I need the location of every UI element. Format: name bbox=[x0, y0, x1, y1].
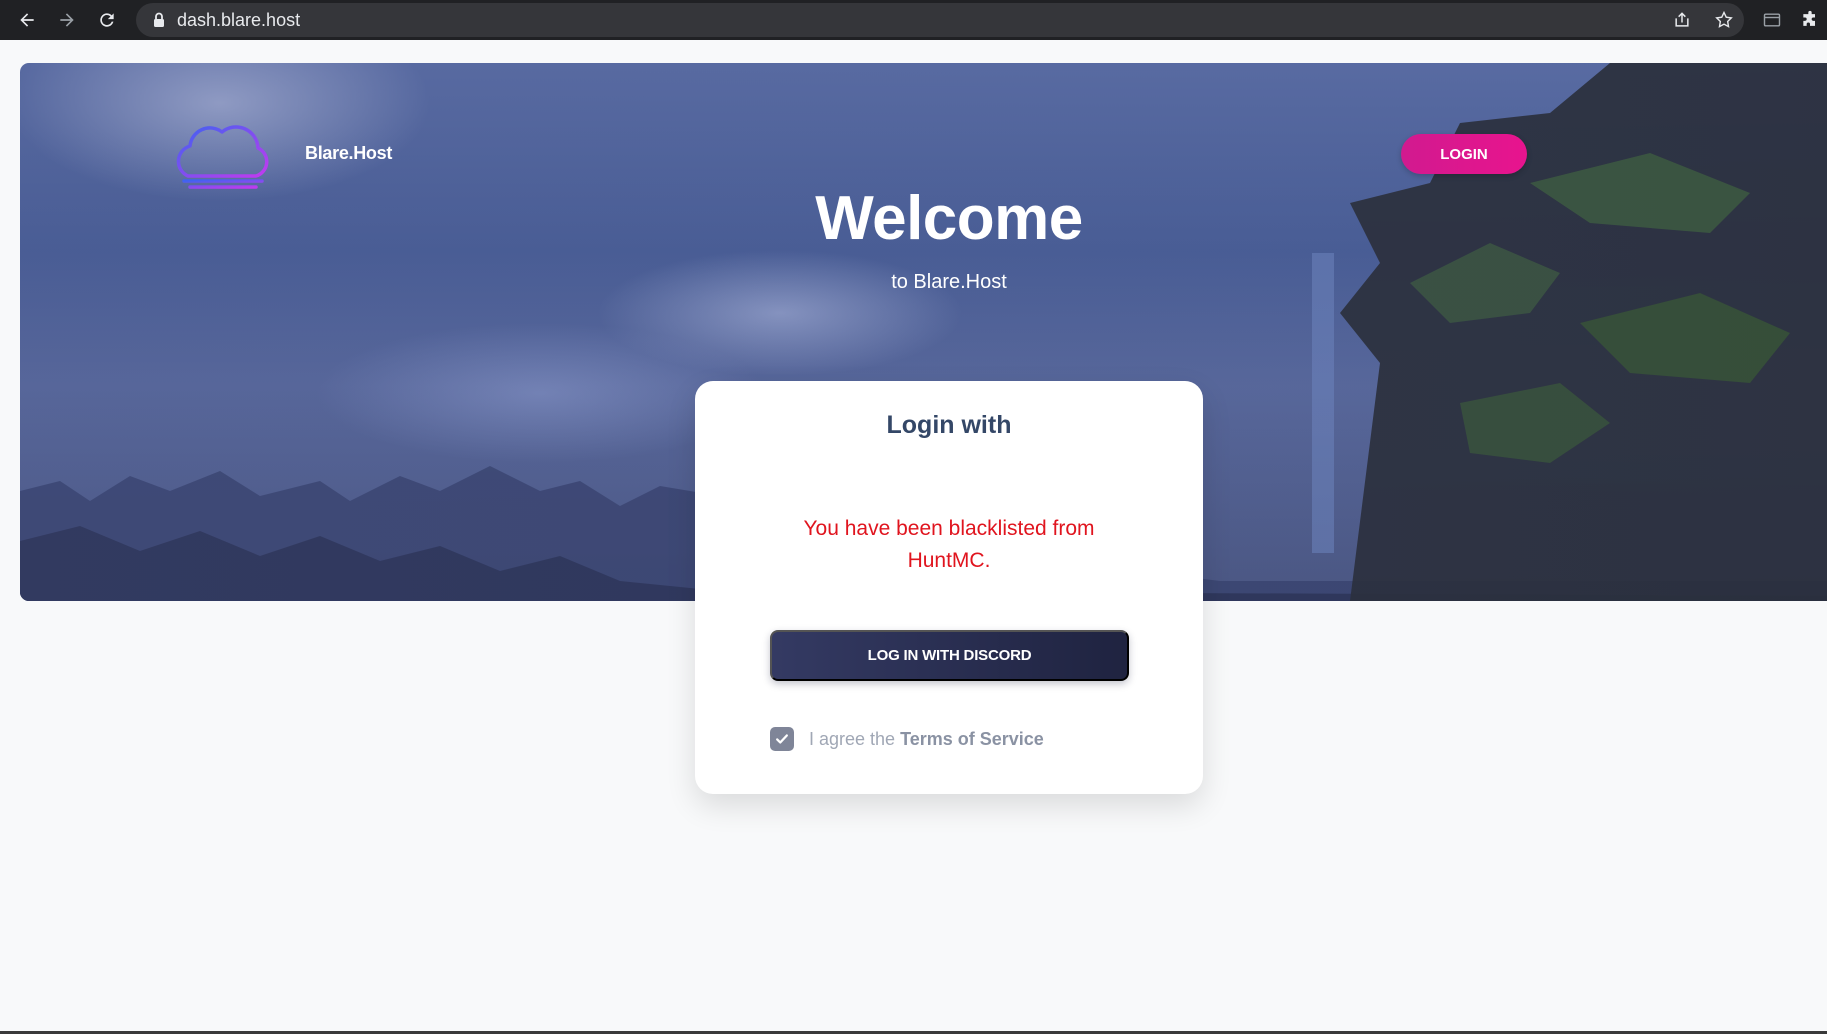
cloud-icon[interactable] bbox=[170, 114, 274, 192]
share-icon[interactable] bbox=[1670, 8, 1694, 32]
login-button[interactable]: LOGIN bbox=[1401, 134, 1527, 174]
reload-icon[interactable] bbox=[92, 6, 122, 34]
hero-title: Welcome bbox=[815, 184, 1083, 253]
url-text[interactable]: dash.blare.host bbox=[177, 9, 300, 31]
address-bar[interactable] bbox=[136, 3, 1744, 37]
lock-icon[interactable] bbox=[152, 11, 166, 29]
tos-link[interactable]: Terms of Service bbox=[900, 729, 1044, 750]
forward-arrow-icon[interactable] bbox=[52, 6, 82, 34]
back-arrow-icon[interactable] bbox=[12, 6, 42, 34]
tos-label: I agree the bbox=[809, 728, 896, 749]
blacklist-error-message: You have been blacklisted from HuntMC. bbox=[803, 517, 1095, 572]
checkmark-icon bbox=[776, 734, 788, 744]
login-card-title: Login with bbox=[886, 411, 1012, 439]
brand-name[interactable]: Blare.Host bbox=[305, 143, 392, 164]
discord-login-button[interactable]: LOG IN WITH DISCORD bbox=[770, 630, 1129, 681]
star-icon[interactable] bbox=[1712, 8, 1736, 32]
browser-toolbar: dash.blare.host bbox=[0, 0, 1827, 40]
extensions-icon[interactable] bbox=[1798, 8, 1822, 32]
login-card: Login with You have been blacklisted fro… bbox=[695, 381, 1203, 794]
hero-subtitle: to Blare.Host bbox=[891, 271, 1007, 293]
tos-agreement: I agree the Terms of Service bbox=[770, 726, 1044, 752]
tos-checkbox[interactable] bbox=[770, 727, 794, 751]
side-panel-icon[interactable] bbox=[1760, 8, 1784, 32]
